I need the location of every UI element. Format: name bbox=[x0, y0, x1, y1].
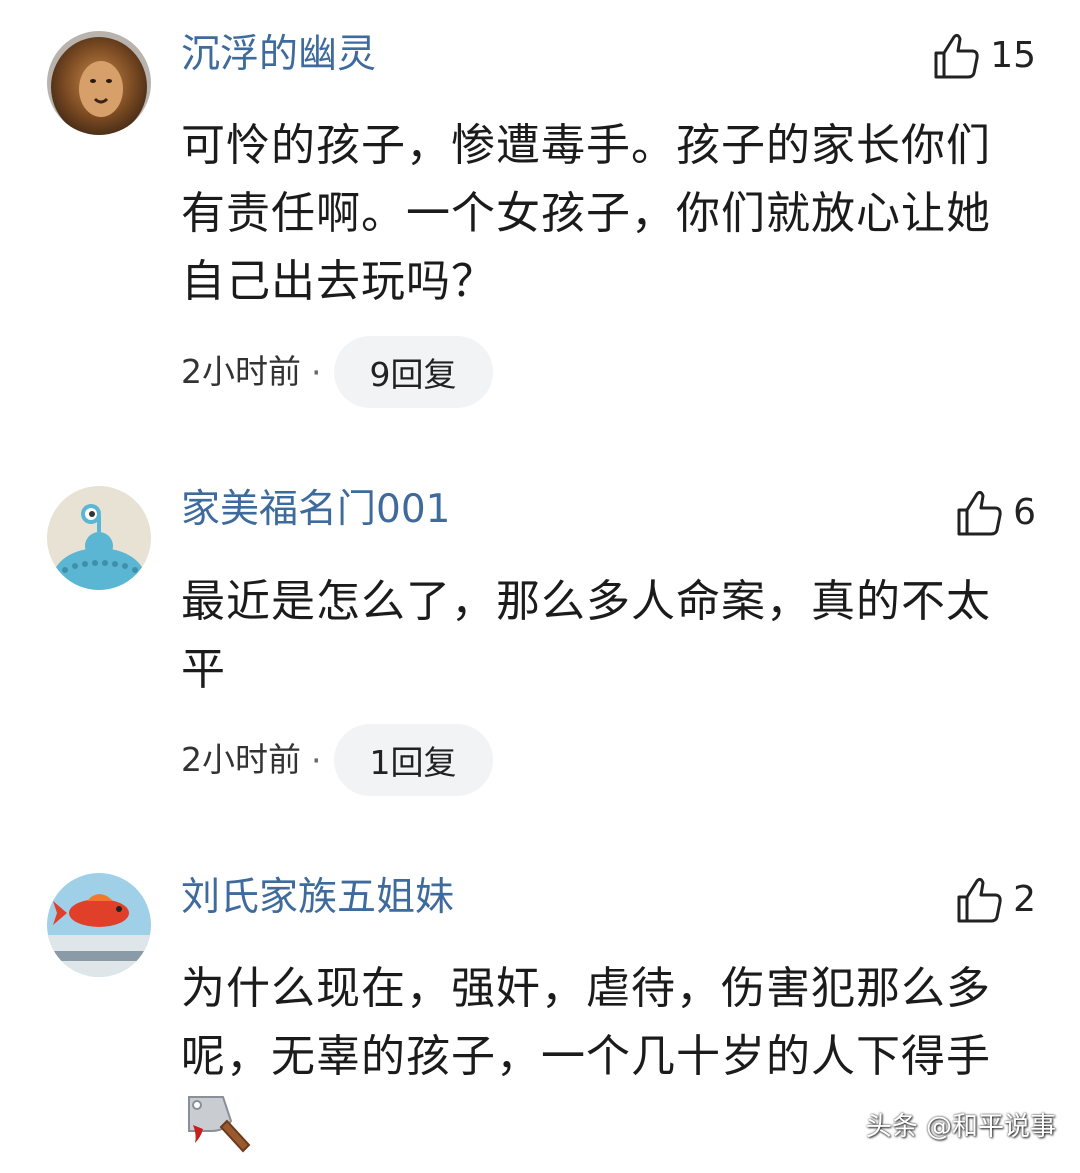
lion-avatar[interactable] bbox=[47, 31, 151, 135]
cleaver-emoji-icon bbox=[181, 1091, 253, 1153]
thumbs-up-icon bbox=[955, 488, 1003, 538]
comment-text: 可怜的孩子，惨遭毒手。孩子的家长你们有责任啊。一个女孩子，你们就放心让她自己出去… bbox=[181, 120, 991, 307]
watermark: 头条 @和平说事 bbox=[865, 1112, 1056, 1142]
like-button[interactable]: 15 bbox=[932, 30, 1036, 82]
cartoon-alien-avatar[interactable] bbox=[47, 486, 151, 590]
timestamp: 2小时前 bbox=[181, 740, 301, 779]
comment-meta: 2小时前 · 1回复 bbox=[181, 724, 493, 796]
thumbs-up-icon bbox=[932, 31, 980, 81]
username[interactable]: 沉浮的幽灵 bbox=[181, 31, 376, 79]
separator-dot: · bbox=[311, 740, 322, 780]
timestamp: 2小时前 bbox=[181, 352, 301, 391]
reply-count-button[interactable]: 9回复 bbox=[333, 336, 493, 408]
comment-text-body: 为什么现在，强奸，虐待，伤害犯那么多呢，无辜的孩子，一个几十岁的人下得手 bbox=[181, 963, 991, 1082]
like-count: 2 bbox=[1013, 879, 1036, 920]
like-button[interactable]: 6 bbox=[955, 487, 1036, 539]
goldfish-avatar[interactable] bbox=[47, 873, 151, 977]
username[interactable]: 刘氏家族五姐妹 bbox=[181, 874, 454, 922]
reply-count-button[interactable]: 1回复 bbox=[333, 724, 493, 796]
comment-meta: 2小时前 · 9回复 bbox=[181, 336, 493, 408]
username[interactable]: 家美福名门001 bbox=[181, 486, 450, 534]
comment-text: 最近是怎么了，那么多人命案，真的不太平 bbox=[181, 576, 991, 695]
thumbs-up-icon bbox=[955, 875, 1003, 925]
separator-dot: · bbox=[311, 352, 322, 392]
like-count: 15 bbox=[990, 35, 1036, 76]
like-button[interactable]: 2 bbox=[955, 874, 1036, 926]
like-count: 6 bbox=[1013, 492, 1036, 533]
